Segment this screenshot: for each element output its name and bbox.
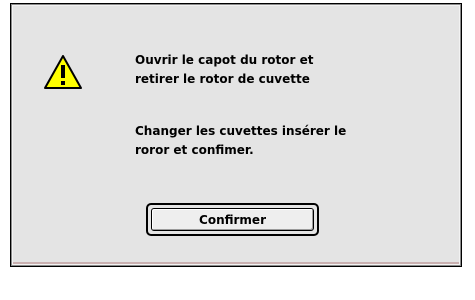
message-line: Ouvrir le capot du rotor et [135,53,314,67]
message-line: retirer le rotor de cuvette [135,72,310,86]
confirm-button-label[interactable]: Confirmer [151,208,314,231]
alert-dialog: Ouvrir le capot du rotor et retirer le r… [10,3,462,267]
warning-icon [44,55,82,89]
dialog-message-change-cuvettes: Changer les cuvettes insérer le roror et… [135,122,346,160]
message-line: Changer les cuvettes insérer le [135,124,347,138]
dialog-message-open-rotor: Ouvrir le capot du rotor et retirer le r… [135,51,314,89]
confirm-button[interactable]: Confirmer [146,203,319,236]
message-line: roror et confimer. [135,143,254,157]
